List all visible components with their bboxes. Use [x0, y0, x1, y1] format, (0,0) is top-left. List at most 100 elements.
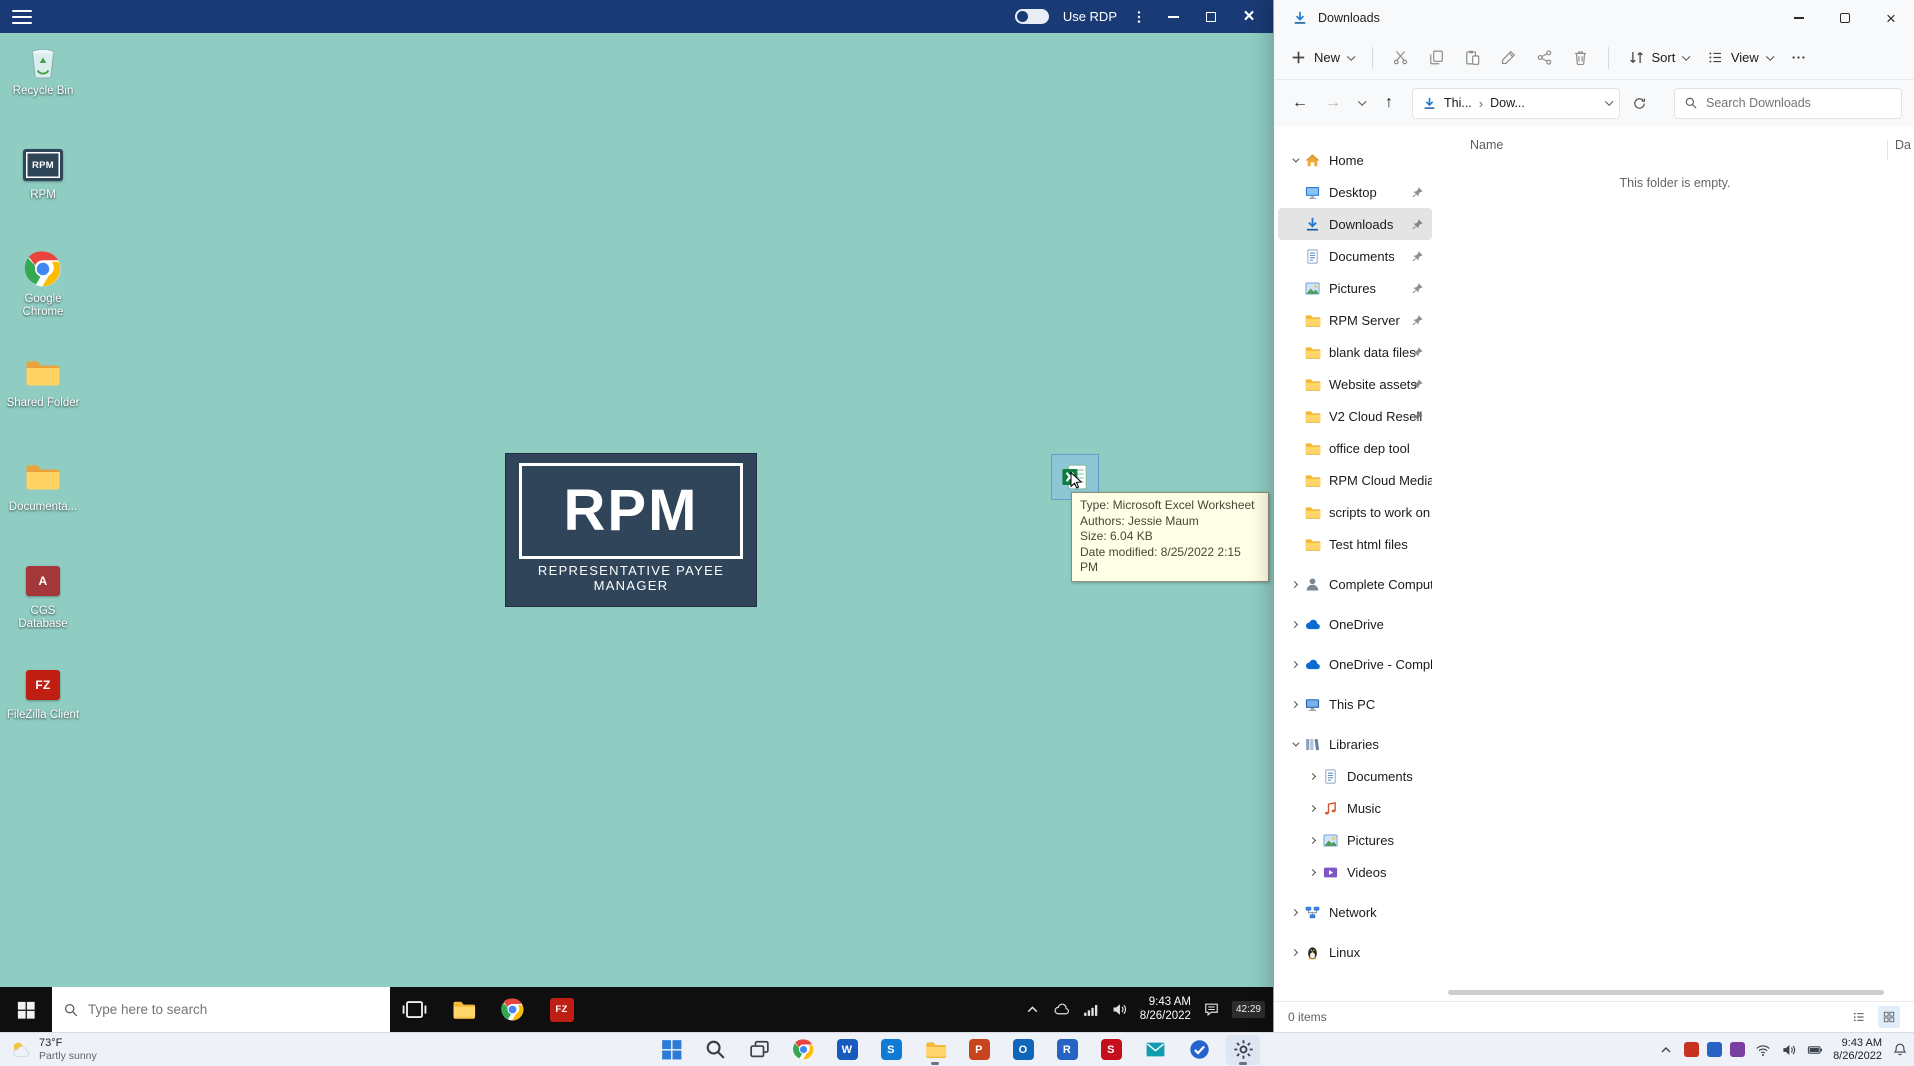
onedrive-tray-icon[interactable] — [1053, 1001, 1070, 1018]
chevron-down-icon[interactable] — [1604, 97, 1613, 106]
sort-button[interactable]: Sort — [1628, 49, 1691, 66]
taskbar-remote-desktop-button[interactable]: R — [1050, 1035, 1084, 1065]
thumbnail-view-button[interactable] — [1878, 1006, 1900, 1028]
paste-icon[interactable] — [1464, 49, 1481, 66]
nav-item-office-dep-tool[interactable]: office dep tool — [1278, 432, 1432, 464]
taskbar-search-input[interactable] — [88, 1002, 379, 1017]
explorer-search-input[interactable] — [1706, 96, 1892, 110]
nav-item-test-html-files[interactable]: Test html files — [1278, 528, 1432, 560]
nav-item-documents[interactable]: Documents — [1278, 760, 1432, 792]
explorer-minimize-button[interactable] — [1776, 0, 1822, 36]
network-tray-icon[interactable] — [1082, 1001, 1099, 1018]
taskbar-task-view-button[interactable] — [390, 987, 439, 1032]
nav-item-complete-compute[interactable]: Complete Compute — [1278, 568, 1432, 600]
chevron-right-icon[interactable] — [1302, 804, 1322, 812]
nav-item-pictures[interactable]: Pictures — [1278, 272, 1432, 304]
wifi-icon[interactable] — [1755, 1042, 1771, 1058]
forward-button[interactable]: → — [1319, 88, 1347, 118]
nav-item-pictures[interactable]: Pictures — [1278, 824, 1432, 856]
desktop-icon-recycle-bin[interactable]: Recycle Bin — [4, 40, 82, 131]
cut-icon[interactable] — [1392, 49, 1409, 66]
taskbar-v2-cloud-button[interactable] — [1226, 1034, 1260, 1065]
chevron-right-icon[interactable] — [1284, 660, 1304, 668]
taskbar-powerpoint-button[interactable]: P — [962, 1035, 996, 1065]
breadcrumb-leaf[interactable]: Dow... — [1490, 96, 1525, 110]
clock-remote[interactable]: 9:43 AM 8/26/2022 — [1140, 996, 1191, 1023]
nav-item-onedrive-complet[interactable]: OneDrive - Complet — [1278, 648, 1432, 680]
taskbar-chrome-button[interactable] — [786, 1035, 820, 1065]
nav-item-libraries[interactable]: Libraries — [1278, 728, 1432, 760]
battery-icon[interactable] — [1807, 1042, 1823, 1058]
rdp-minimize-button[interactable] — [1161, 5, 1185, 29]
nav-item-rpm-cloud-media[interactable]: RPM Cloud Media — [1278, 464, 1432, 496]
explorer-maximize-button[interactable] — [1822, 0, 1868, 36]
nav-item-music[interactable]: Music — [1278, 792, 1432, 824]
up-button[interactable]: ↑ — [1375, 88, 1403, 118]
volume-icon[interactable] — [1781, 1042, 1797, 1058]
chevron-right-icon[interactable] — [1284, 620, 1304, 628]
taskbar-file-explorer-button[interactable] — [439, 987, 488, 1032]
column-divider[interactable] — [1887, 140, 1888, 160]
desktop-icon-filezilla-client[interactable]: FZ FileZilla Client — [4, 664, 82, 755]
taskbar-search-box[interactable] — [52, 987, 390, 1032]
delete-icon[interactable] — [1572, 49, 1589, 66]
notifications-icon[interactable] — [1892, 1042, 1908, 1058]
refresh-button[interactable] — [1625, 88, 1653, 118]
explorer-search-box[interactable] — [1674, 87, 1902, 119]
nav-item-home[interactable]: Home — [1278, 144, 1432, 176]
new-button[interactable]: New — [1290, 49, 1356, 66]
see-more-icon[interactable] — [1790, 49, 1807, 66]
taskbar-chrome-button[interactable] — [488, 987, 537, 1032]
taskbar-to-do-button[interactable] — [1182, 1035, 1216, 1065]
nav-item-downloads[interactable]: Downloads — [1278, 208, 1432, 240]
chevron-right-icon[interactable] — [1284, 948, 1304, 956]
desktop-icon-rpm[interactable]: RPM RPM — [4, 144, 82, 235]
details-view-button[interactable] — [1848, 1006, 1870, 1028]
breadcrumb-root[interactable]: Thi... — [1444, 96, 1472, 110]
tray-app-red-icon[interactable] — [1684, 1042, 1700, 1057]
taskbar-start-button[interactable] — [654, 1035, 688, 1065]
chevron-down-icon[interactable] — [1284, 739, 1304, 747]
nav-item-scripts-to-work-on[interactable]: scripts to work on — [1278, 496, 1432, 528]
hidden-icons-icon[interactable] — [1024, 1001, 1041, 1018]
chevron-right-icon[interactable] — [1284, 700, 1304, 708]
chevron-down-icon[interactable] — [1284, 155, 1304, 163]
back-button[interactable]: ← — [1286, 88, 1314, 118]
chevron-right-icon[interactable] — [1284, 580, 1304, 588]
clock-host[interactable]: 9:43 AM 8/26/2022 — [1833, 1037, 1882, 1063]
desktop-icon-google-chrome[interactable]: Google Chrome — [4, 248, 82, 339]
taskbar-search-button[interactable] — [698, 1035, 732, 1065]
share-icon[interactable] — [1536, 49, 1553, 66]
chevron-right-icon[interactable] — [1284, 908, 1304, 916]
view-button[interactable]: View — [1707, 49, 1774, 66]
nav-item-network[interactable]: Network — [1278, 896, 1432, 928]
nav-item-desktop[interactable]: Desktop — [1278, 176, 1432, 208]
rdp-maximize-button[interactable] — [1199, 5, 1223, 29]
taskbar-filezilla-button[interactable]: FZ — [537, 987, 586, 1032]
taskbar-outlook-button[interactable]: O — [1006, 1035, 1040, 1065]
taskbar-task-view-button[interactable] — [742, 1035, 776, 1065]
chevron-right-icon[interactable] — [1302, 868, 1322, 876]
taskbar-mail-button[interactable] — [1138, 1035, 1172, 1065]
nav-item-rpm-server[interactable]: RPM Server — [1278, 304, 1432, 336]
taskbar-word-button[interactable]: W — [830, 1035, 864, 1065]
date-column-header[interactable]: Da — [1895, 138, 1911, 152]
weather-widget[interactable]: 73°F Partly sunny — [0, 1033, 107, 1066]
taskbar-skype-button[interactable]: S — [874, 1035, 908, 1065]
tray-app-purple-icon[interactable] — [1730, 1042, 1746, 1057]
rdp-close-button[interactable]: × — [1237, 5, 1261, 29]
explorer-close-button[interactable]: × — [1868, 0, 1914, 36]
start-button-remote[interactable] — [0, 987, 52, 1032]
nav-item-linux[interactable]: Linux — [1278, 936, 1432, 968]
scrollbar-thumb[interactable] — [1448, 990, 1884, 995]
taskbar-file-explorer-button[interactable] — [918, 1035, 952, 1065]
taskbar-sql-server-button[interactable]: S — [1094, 1035, 1128, 1065]
name-column-header[interactable]: Name — [1470, 138, 1503, 152]
nav-item-documents[interactable]: Documents — [1278, 240, 1432, 272]
recent-locations-button[interactable] — [1352, 88, 1370, 118]
hidden-icons-icon[interactable] — [1658, 1042, 1674, 1058]
nav-item-blank-data-files[interactable]: blank data files — [1278, 336, 1432, 368]
nav-item-v2-cloud-resell[interactable]: V2 Cloud Resell — [1278, 400, 1432, 432]
desktop-icon-documenta[interactable]: Documenta... — [4, 456, 82, 547]
menu-icon[interactable] — [12, 9, 32, 24]
